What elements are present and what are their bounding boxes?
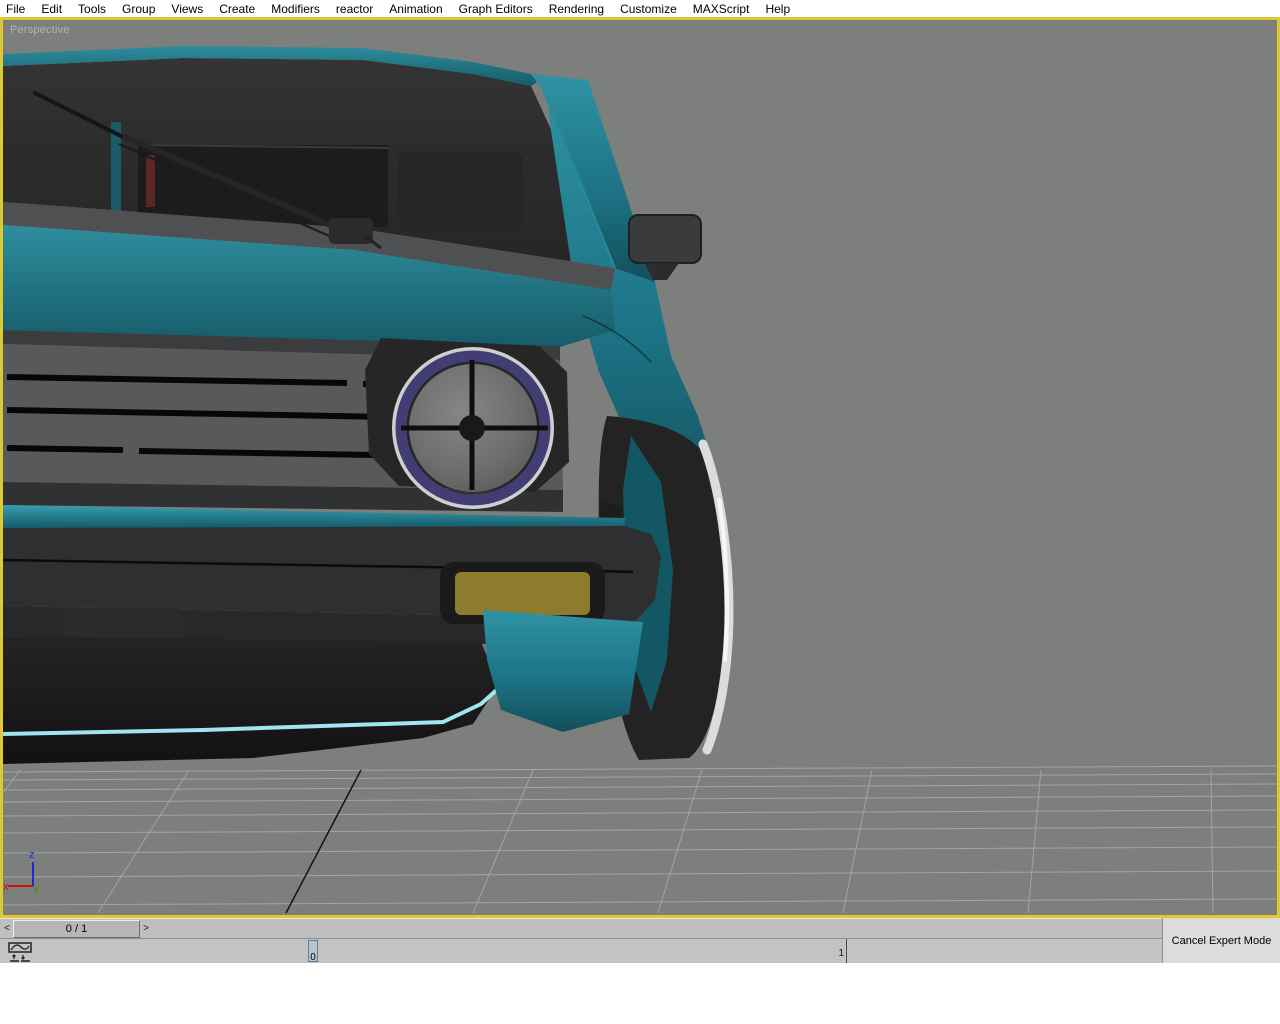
track-bar-frame-marker[interactable]: 0: [308, 940, 318, 962]
menu-item-tools[interactable]: Tools: [70, 2, 114, 16]
grid-origin-axis-line: [286, 770, 361, 913]
headlight: [365, 338, 569, 507]
menu-item-help[interactable]: Help: [757, 2, 798, 16]
menu-item-rendering[interactable]: Rendering: [541, 2, 612, 16]
interior-red-detail: [146, 155, 155, 207]
axis-x-label: x: [3, 881, 9, 893]
open-mini-curve-editor-icon[interactable]: [8, 942, 34, 962]
menu-item-group[interactable]: Group: [114, 2, 163, 16]
axis-z-label: z: [29, 849, 35, 861]
viewport-label[interactable]: Perspective: [10, 24, 70, 36]
headlight-hub: [459, 415, 485, 441]
menu-item-graph-editors[interactable]: Graph Editors: [451, 2, 541, 16]
status-panel: Cancel Expert Mode: [1162, 918, 1280, 963]
car-model[interactable]: [3, 46, 729, 764]
menu-item-customize[interactable]: Customize: [612, 2, 685, 16]
frame-tick-line: [846, 939, 847, 963]
menu-item-animation[interactable]: Animation: [381, 2, 450, 16]
axis-y-label: y: [34, 884, 39, 895]
axis-tripod: x z y: [3, 849, 39, 895]
time-slider[interactable]: 0 / 1: [13, 920, 140, 938]
interior-seat: [398, 152, 523, 228]
menu-item-views[interactable]: Views: [163, 2, 211, 16]
application-window: File Edit Tools Group Views Create Modif…: [0, 0, 1280, 1024]
time-slider-track[interactable]: < 0 / 1 >: [0, 918, 1162, 938]
track-bar[interactable]: 0 1: [0, 938, 1162, 963]
valance-corner: [483, 610, 643, 732]
perspective-viewport[interactable]: x z y Perspective: [3, 20, 1277, 915]
menu-item-file[interactable]: File: [0, 2, 33, 16]
active-viewport-border: x z y Perspective: [0, 17, 1280, 918]
time-slider-prev-button[interactable]: <: [1, 921, 13, 936]
menu-item-create[interactable]: Create: [211, 2, 263, 16]
menu-item-edit[interactable]: Edit: [33, 2, 70, 16]
time-slider-next-button[interactable]: >: [139, 921, 153, 936]
menu-item-reactor[interactable]: reactor: [328, 2, 381, 16]
ground-grid: [3, 766, 1277, 913]
indicator-amber-lens: [455, 572, 590, 615]
frame-tick-label: 1: [826, 948, 844, 959]
menu-bar: File Edit Tools Group Views Create Modif…: [0, 0, 1280, 17]
air-dam: [3, 636, 499, 764]
cancel-expert-mode-button[interactable]: Cancel Expert Mode: [1172, 935, 1272, 947]
menu-item-maxscript[interactable]: MAXScript: [685, 2, 758, 16]
menu-item-modifiers[interactable]: Modifiers: [263, 2, 328, 16]
